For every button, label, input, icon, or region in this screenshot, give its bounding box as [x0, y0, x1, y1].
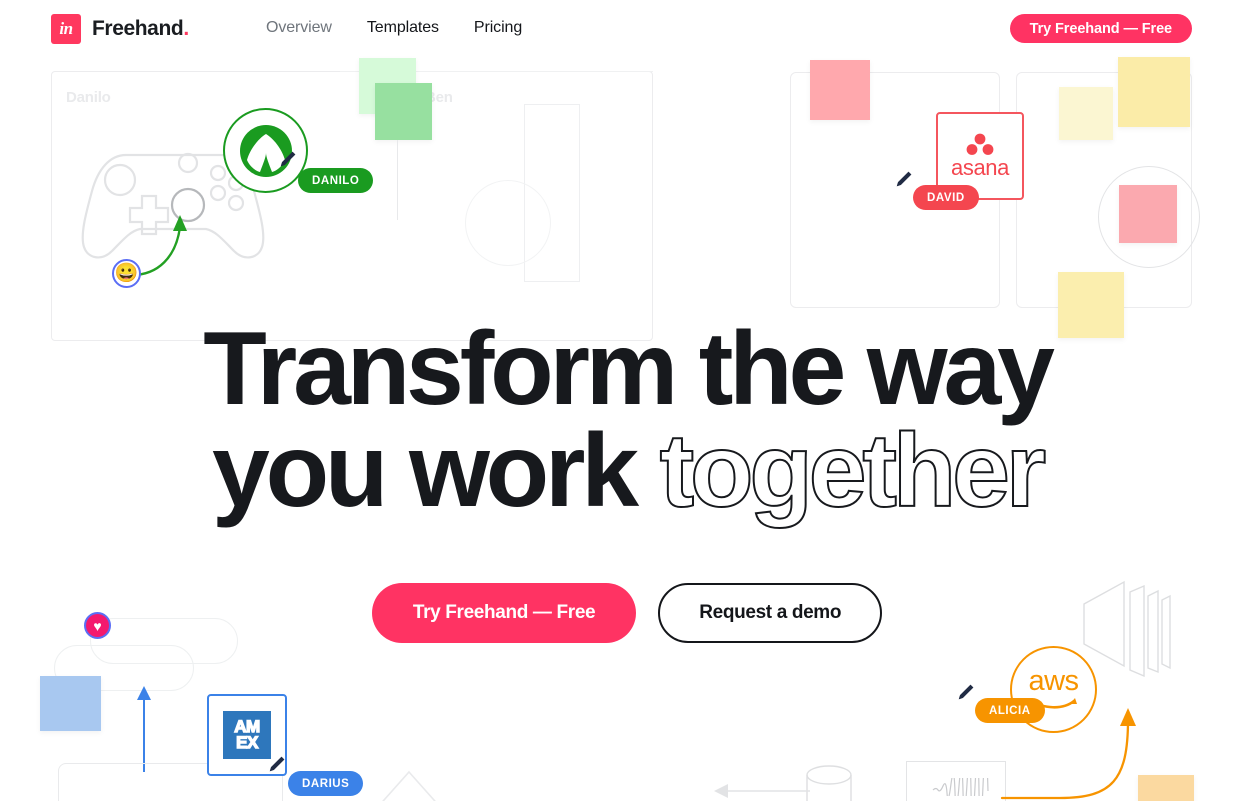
amex-logo-icon: AM EX — [223, 711, 271, 759]
brand-name-dot: . — [183, 17, 189, 40]
aws-smile-icon — [1029, 698, 1077, 709]
brand-name-text: Freehand. — [92, 17, 189, 41]
blue-up-arrow — [137, 686, 151, 772]
headline-line-1: Transform the way — [203, 311, 1055, 427]
brand-logo[interactable]: in Freehand. — [51, 14, 189, 44]
scribble-line — [932, 778, 989, 796]
collaborator-tag-darius: DARIUS — [288, 771, 364, 796]
nav-try-freehand-button[interactable]: Try Freehand — Free — [1009, 14, 1192, 43]
invision-mark-icon: in — [51, 14, 81, 44]
hero-cta-row: Try Freehand — Free Request a demo — [0, 582, 1254, 643]
aws-logo-text: aws — [1028, 665, 1079, 697]
brand-name-label: Freehand — [92, 17, 184, 40]
orange-curved-arrow — [1000, 708, 1136, 800]
ghost-rounded-rect-bottom-left — [58, 763, 283, 801]
aws-logo-badge: aws — [1010, 646, 1097, 733]
headline-line-2: you work together — [0, 418, 1254, 524]
ghost-rect-bottom-center — [906, 761, 1006, 801]
amex-logo-card: AM EX — [207, 694, 287, 776]
nav-link-pricing[interactable]: Pricing — [474, 19, 522, 37]
headline-outline-text: together — [659, 413, 1048, 530]
top-navigation-bar: in Freehand. Overview Templates Pricing … — [0, 0, 1254, 58]
headline-solid-text: you work — [211, 413, 639, 530]
collaborator-tag-alicia: ALICIA — [975, 698, 1045, 723]
freehand-landing-page: Danilo Ben 😀 asana DAVID DANILO ♥ AM EX … — [0, 0, 1254, 801]
ghost-triangle — [382, 770, 436, 801]
pencil-cursor-darius — [269, 756, 285, 772]
page-title: Transform the way you work together — [0, 311, 1254, 525]
ghost-cylinder — [806, 765, 852, 801]
hero-try-freehand-button[interactable]: Try Freehand — Free — [371, 582, 637, 643]
hero-request-demo-button[interactable]: Request a demo — [658, 582, 883, 643]
ghost-pill-shape-b — [54, 645, 194, 691]
nav-link-overview[interactable]: Overview — [266, 19, 332, 37]
sticky-note-blue — [40, 676, 101, 731]
hero-section: Transform the way you work together Try … — [0, 0, 1254, 643]
ghost-left-arrow — [714, 784, 810, 798]
sticky-note-orange — [1138, 775, 1194, 801]
nav-link-templates[interactable]: Templates — [367, 19, 439, 37]
nav-links: Overview Templates Pricing — [266, 19, 522, 37]
pencil-cursor-alicia — [958, 684, 974, 700]
